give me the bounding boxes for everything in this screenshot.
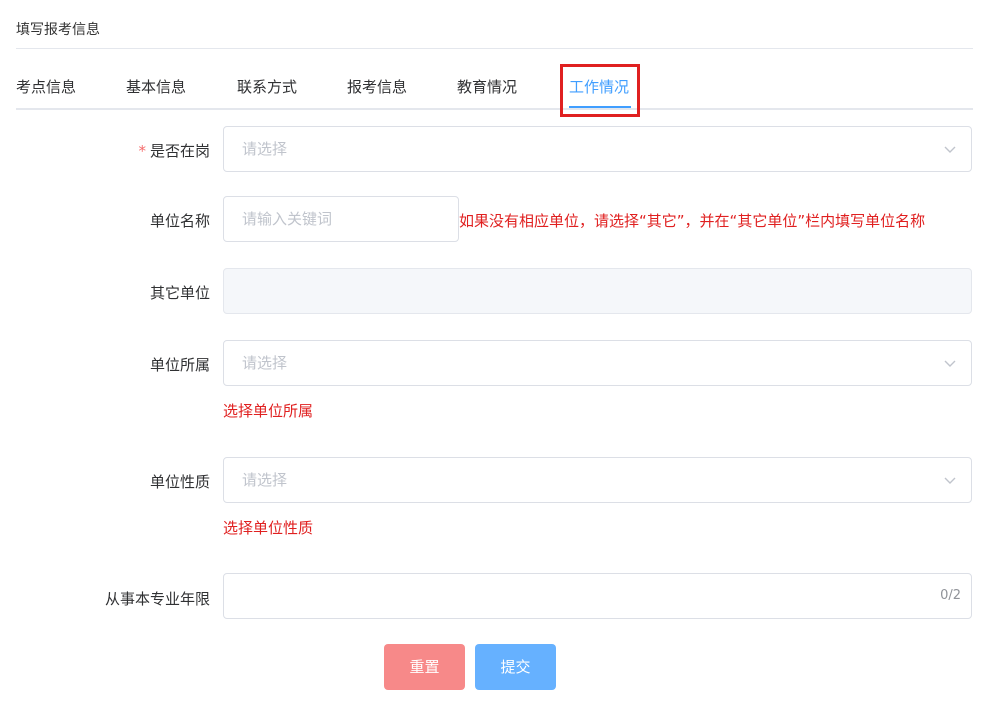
required-mark: *	[138, 142, 146, 160]
tab-contact[interactable]: 联系方式	[237, 66, 297, 108]
years-input[interactable]: 0/2	[223, 573, 972, 619]
reset-button[interactable]: 重置	[384, 644, 465, 690]
on-duty-placeholder: 请选择	[242, 140, 288, 158]
unit-nature-label: 单位性质	[149, 473, 210, 491]
submit-button[interactable]: 提交	[475, 644, 556, 690]
on-duty-label: * 是否在岗	[138, 140, 210, 161]
tab-education[interactable]: 教育情况	[457, 66, 517, 108]
page-title: 填写报考信息	[16, 22, 100, 38]
unit-nature-select[interactable]: 请选择	[223, 457, 972, 503]
tab-exam-site[interactable]: 考点信息	[16, 66, 76, 108]
tab-basic-info[interactable]: 基本信息	[126, 66, 186, 108]
other-unit-input[interactable]	[223, 268, 972, 314]
tab-application[interactable]: 报考信息	[347, 66, 407, 108]
unit-affiliation-placeholder: 请选择	[242, 354, 288, 372]
unit-nature-placeholder: 请选择	[242, 471, 288, 489]
unit-name-hint: 如果没有相应单位，请选择“其它”，并在“其它单位”栏内填写单位名称	[459, 212, 926, 230]
unit-name-label: 单位名称	[149, 212, 210, 230]
unit-name-placeholder: 请输入关键词	[242, 210, 333, 228]
on-duty-label-text: 是否在岗	[149, 142, 210, 160]
years-label: 从事本专业年限	[104, 590, 210, 608]
tab-bar: 考点信息 基本信息 联系方式 报考信息 教育情况 工作情况	[16, 66, 973, 110]
chevron-down-icon	[944, 477, 956, 484]
unit-affiliation-error: 选择单位所属	[223, 402, 314, 420]
chevron-down-icon	[944, 146, 956, 153]
unit-affiliation-label: 单位所属	[149, 356, 210, 374]
chevron-down-icon	[944, 360, 956, 367]
tab-highlight-box	[560, 64, 640, 117]
unit-affiliation-select[interactable]: 请选择	[223, 340, 972, 386]
other-unit-label: 其它单位	[149, 284, 210, 302]
unit-nature-error: 选择单位性质	[223, 519, 314, 537]
years-char-counter: 0/2	[940, 588, 961, 603]
unit-name-input[interactable]: 请输入关键词	[223, 196, 459, 242]
on-duty-select[interactable]: 请选择	[223, 126, 972, 172]
title-divider	[16, 48, 973, 49]
